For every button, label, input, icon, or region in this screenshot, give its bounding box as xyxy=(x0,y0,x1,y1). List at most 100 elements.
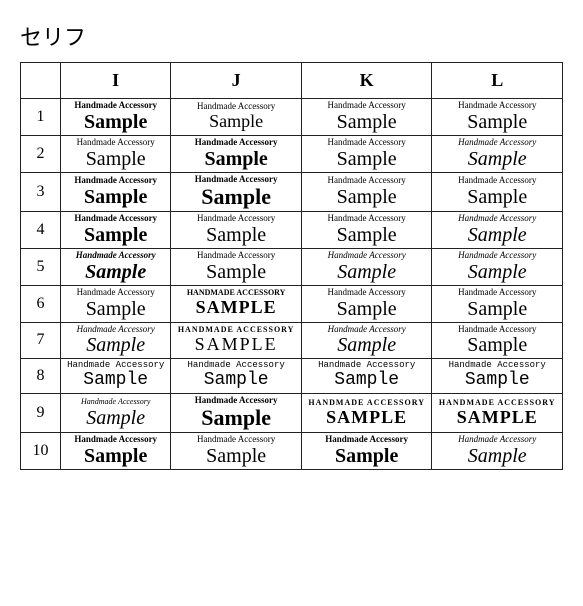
main-text: Sample xyxy=(337,148,397,170)
main-text: Sample xyxy=(468,224,527,246)
cell-10-l: Handmade Accessory Sample xyxy=(432,433,563,470)
cell-9-i: Handmade Accessory Sample xyxy=(61,394,171,433)
main-text: Sample xyxy=(86,298,146,320)
cell-4-l: Handmade Accessory Sample xyxy=(432,211,563,248)
main-text: Sample xyxy=(335,445,398,467)
cell-3-k: Handmade Accessory Sample xyxy=(301,172,432,211)
main-text: SAMPLE xyxy=(195,335,278,355)
main-text: Sample xyxy=(467,334,527,356)
row-num-4: 4 xyxy=(21,211,61,248)
cell-8-k: Handmade Accessory Sample xyxy=(301,359,432,394)
row-num-7: 7 xyxy=(21,322,61,359)
main-text: Sample xyxy=(86,407,145,429)
cell-3-l: Handmade Accessory Sample xyxy=(432,172,563,211)
table-row: 9 Handmade Accessory Sample Handmade Acc… xyxy=(21,394,563,433)
cell-9-k: HANDMADE ACCESSORY SAMPLE xyxy=(301,394,432,433)
main-text: Sample xyxy=(337,224,397,246)
main-text: Sample xyxy=(201,406,271,430)
row-num-2: 2 xyxy=(21,135,61,172)
sub-text: Handmade Accessory xyxy=(328,325,406,335)
table-row: 3 Handmade Accessory Sample Handmade Acc… xyxy=(21,172,563,211)
main-text: Sample xyxy=(86,334,145,356)
font-sample-table: I J K L 1 Handmade Accessory Sample Hand… xyxy=(20,62,563,470)
main-text: Sample xyxy=(468,148,527,170)
cell-10-j: Handmade Accessory Sample xyxy=(171,433,302,470)
cell-2-l: Handmade Accessory Sample xyxy=(432,135,563,172)
row-num-6: 6 xyxy=(21,285,61,322)
sub-text: Handmade Accessory xyxy=(76,251,156,261)
sub-text: Handmade Accessory xyxy=(458,176,536,186)
row-num-10: 10 xyxy=(21,433,61,470)
sub-text: Handmade Accessory xyxy=(77,325,155,335)
main-text: Sample xyxy=(206,445,266,467)
cell-4-j: Handmade Accessory Sample xyxy=(171,211,302,248)
cell-5-i: Handmade Accessory Sample xyxy=(61,248,171,285)
main-text: Sample xyxy=(209,112,263,132)
sub-text: Handmade Accessory xyxy=(328,214,406,224)
main-text: Sample xyxy=(196,298,277,318)
cell-7-i: Handmade Accessory Sample xyxy=(61,322,171,359)
cell-2-k: Handmade Accessory Sample xyxy=(301,135,432,172)
cell-1-j: Handmade Accessory Sample xyxy=(171,99,302,136)
cell-4-i: Handmade Accessory Sample xyxy=(61,211,171,248)
cell-6-j: Handmade Accessory Sample xyxy=(171,285,302,322)
sub-text: Handmade Accessory xyxy=(74,214,157,224)
cell-10-k: Handmade Accessory Sample xyxy=(301,433,432,470)
cell-8-i: Handmade Accessory Sample xyxy=(61,359,171,394)
cell-9-j: Handmade Accessory Sample xyxy=(171,394,302,433)
main-text: Sample xyxy=(204,371,269,391)
cell-1-i: Handmade Accessory Sample xyxy=(61,99,171,136)
sub-text: Handmade Accessory xyxy=(77,288,155,298)
cell-9-l: HANDMADE ACCESSORY SAMPLE xyxy=(432,394,563,433)
sub-text: Handmade Accessory xyxy=(458,101,536,111)
main-text: Sample xyxy=(468,261,527,283)
cell-1-k: Handmade Accessory Sample xyxy=(301,99,432,136)
cell-7-k: Handmade Accessory Sample xyxy=(301,322,432,359)
main-text: Sample xyxy=(83,371,148,391)
cell-8-l: Handmade Accessory Sample xyxy=(432,359,563,394)
row-num-5: 5 xyxy=(21,248,61,285)
table-row: 6 Handmade Accessory Sample Handmade Acc… xyxy=(21,285,563,322)
main-text: Sample xyxy=(337,298,397,320)
cell-6-k: Handmade Accessory Sample xyxy=(301,285,432,322)
main-text: SAMPLE xyxy=(457,408,538,428)
main-text: Sample xyxy=(84,111,147,133)
cell-3-i: Handmade Accessory Sample xyxy=(61,172,171,211)
main-text: Sample xyxy=(337,261,396,283)
sub-text: Handmade Accessory xyxy=(197,214,275,224)
main-text: Sample xyxy=(84,186,147,208)
cell-3-j: Handmade Accessory Sample xyxy=(171,172,302,211)
cell-6-l: Handmade Accessory Sample xyxy=(432,285,563,322)
table-row: 4 Handmade Accessory Sample Handmade Acc… xyxy=(21,211,563,248)
sub-text: Handmade Accessory xyxy=(458,435,536,445)
col-header-empty xyxy=(21,63,61,99)
col-header-i: I xyxy=(61,63,171,99)
table-row: 8 Handmade Accessory Sample Handmade Acc… xyxy=(21,359,563,394)
row-num-8: 8 xyxy=(21,359,61,394)
sub-text: Handmade Accessory xyxy=(197,251,275,261)
main-text: Sample xyxy=(467,298,527,320)
sub-text: Handmade Accessory xyxy=(195,138,278,148)
sub-text: Handmade Accessory xyxy=(328,176,406,186)
cell-7-l: Handmade Accessory Sample xyxy=(432,322,563,359)
sub-text: Handmade Accessory xyxy=(328,288,406,298)
sub-text: Handmade Accessory xyxy=(74,101,157,111)
cell-5-j: Handmade Accessory Sample xyxy=(171,248,302,285)
main-text: Sample xyxy=(84,445,147,467)
cell-4-k: Handmade Accessory Sample xyxy=(301,211,432,248)
main-text: Sample xyxy=(201,185,271,209)
main-text: Sample xyxy=(337,186,397,208)
cell-8-j: Handmade Accessory Sample xyxy=(171,359,302,394)
sub-text: Handmade Accessory xyxy=(458,214,536,224)
main-text: Sample xyxy=(334,371,399,391)
main-text: Sample xyxy=(84,224,147,246)
col-header-k: K xyxy=(301,63,432,99)
cell-1-l: Handmade Accessory Sample xyxy=(432,99,563,136)
sub-text: Handmade Accessory xyxy=(77,138,155,148)
sub-text: Handmade Accessory xyxy=(74,176,157,186)
sub-text: Handmade Accessory xyxy=(458,325,536,335)
sub-text: Handmade Accessory xyxy=(458,251,536,261)
main-text: Sample xyxy=(86,148,146,170)
col-header-l: L xyxy=(432,63,563,99)
main-text: Sample xyxy=(206,261,266,283)
